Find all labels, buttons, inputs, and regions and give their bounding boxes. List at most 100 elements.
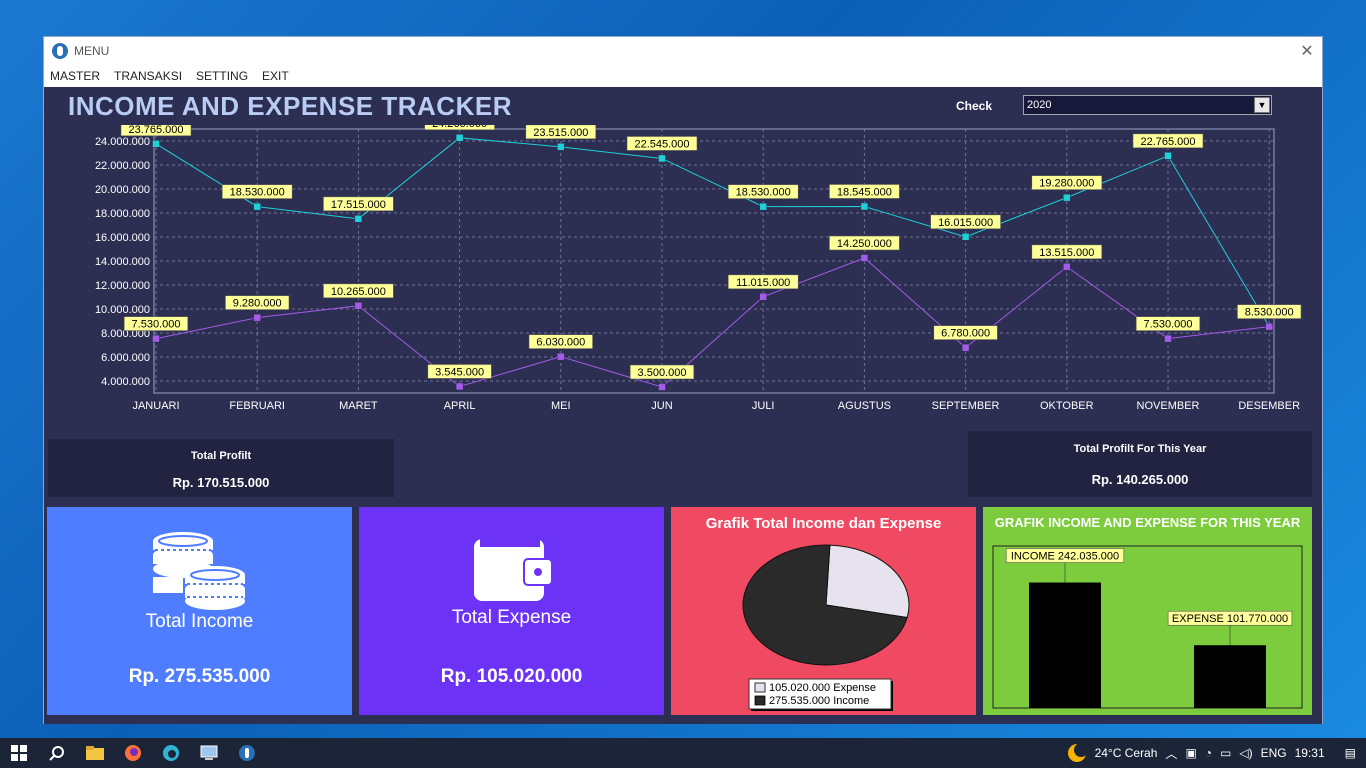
data-label: 19.280.000 [1039, 178, 1094, 190]
series-line [155, 137, 1270, 327]
java-app-icon[interactable] [228, 738, 266, 768]
bar [1194, 645, 1266, 708]
income-caption: Total Income [145, 611, 254, 632]
x-tick-label: AGUSTUS [838, 400, 891, 412]
data-point [1063, 193, 1071, 202]
data-point [557, 143, 565, 151]
window-title: MENU [74, 44, 110, 58]
data-point [253, 313, 261, 322]
notification-icon[interactable]: ▤ [1345, 746, 1356, 760]
x-tick-label: JULI [752, 400, 775, 412]
clock[interactable]: 19:31 [1295, 746, 1325, 760]
bar-chart-card: GRAFIK INCOME AND EXPENSE FOR THIS YEAR … [983, 507, 1312, 715]
data-point [152, 334, 160, 343]
year-profit-value: Rp. 140.265.000 [1091, 472, 1189, 487]
language-indicator[interactable]: ENG [1261, 746, 1287, 760]
bar-label: EXPENSE 101.770.000 [1172, 613, 1288, 625]
wifi-icon[interactable]: ◔ [1205, 746, 1212, 760]
bar [1029, 582, 1101, 708]
year-profit-panel: Total Profilt For This Year Rp. 140.265.… [968, 431, 1312, 497]
data-point [1164, 152, 1172, 160]
x-tick-label: DESEMBER [1238, 400, 1300, 412]
wallet-icon [474, 539, 553, 601]
data-label: 18.530.000 [736, 187, 791, 199]
close-icon[interactable]: ✕ [1292, 41, 1322, 61]
data-label: 16.015.000 [938, 217, 993, 229]
data-point [759, 293, 767, 301]
data-point [860, 254, 869, 262]
x-tick-label: JANUARI [132, 400, 179, 412]
x-tick-label: APRIL [444, 400, 476, 412]
menu-setting[interactable]: SETTING [196, 69, 248, 83]
x-tick-label: FEBRUARI [229, 400, 285, 412]
moon-icon [1067, 743, 1087, 762]
volume-icon[interactable]: ◁) [1239, 746, 1252, 760]
legend-swatch [754, 682, 766, 693]
y-tick-label: 24.000.000 [95, 136, 150, 148]
total-profit-panel: Total Profilt Rp. 170.515.000 [48, 439, 394, 497]
data-point [1164, 334, 1172, 343]
data-point [658, 154, 666, 163]
year-profit-label: Total Profilt For This Year [1073, 443, 1207, 455]
data-label: 7.530.000 [132, 319, 181, 331]
network-app-icon[interactable] [190, 738, 228, 768]
bar-chart-title: GRAFIK INCOME AND EXPENSE FOR THIS YEAR [994, 515, 1301, 530]
expense-card[interactable]: Total Expense Rp. 105.020.000 [359, 507, 664, 715]
firefox-icon[interactable] [114, 738, 152, 768]
file-explorer-icon[interactable] [76, 738, 114, 768]
pie-chart-title: Grafik Total Income dan Expense [705, 515, 942, 532]
year-select-value: 2020 [1027, 99, 1052, 111]
income-card[interactable]: Total Income Rp. 275.535.000 [47, 507, 352, 715]
total-profit-value: Rp. 170.515.000 [172, 475, 270, 490]
weather-text[interactable]: 24°C Cerah [1095, 746, 1158, 760]
data-label: 9.280.000 [233, 298, 282, 310]
expense-caption: Total Expense [451, 607, 572, 628]
line-chart-svg: 4.000.0006.000.0008.000.00010.000.00012.… [95, 115, 1302, 412]
y-tick-label: 16.000.000 [95, 232, 150, 244]
y-tick-label: 6.000.000 [101, 352, 150, 364]
search-icon[interactable] [38, 738, 76, 768]
data-point [253, 202, 261, 211]
data-label: 23.515.000 [533, 127, 588, 139]
data-point [961, 233, 970, 241]
data-label: 18.530.000 [230, 187, 285, 199]
x-tick-label: JUN [651, 400, 672, 412]
y-tick-label: 10.000.000 [95, 304, 150, 316]
y-tick-label: 4.000.000 [101, 376, 150, 388]
x-tick-label: SEPTEMBER [932, 400, 1000, 412]
check-label: Check [956, 99, 993, 113]
data-point [961, 343, 970, 352]
data-point [557, 352, 565, 361]
y-tick-label: 20.000.000 [95, 184, 150, 196]
y-tick-label: 18.000.000 [95, 208, 150, 220]
year-select[interactable]: 2020 ▼ [1023, 95, 1272, 115]
data-point [455, 134, 464, 142]
battery-icon[interactable]: ▭ [1220, 746, 1231, 760]
pie-chart-svg: 105.020.000 Expense275.535.000 Income [742, 544, 910, 711]
legend-swatch [754, 695, 766, 706]
menu-exit[interactable]: EXIT [262, 69, 289, 83]
y-tick-label: 14.000.000 [95, 256, 150, 268]
menu-transaksi[interactable]: TRANSAKSI [114, 69, 182, 83]
x-tick-label: OKTOBER [1040, 400, 1094, 412]
data-point [455, 382, 464, 391]
data-label: 13.515.000 [1039, 247, 1094, 259]
meet-icon[interactable]: ▣ [1185, 746, 1196, 760]
legend-label: 105.020.000 Expense [769, 682, 876, 694]
taskbar: 24°C Cerah ︿ ▣ ◔ ▭ ◁) ENG 19:31 ▤ [0, 738, 1366, 768]
y-tick-label: 12.000.000 [95, 280, 150, 292]
menu-master[interactable]: MASTER [50, 69, 100, 83]
chevron-up-icon[interactable]: ︿ [1165, 745, 1177, 762]
bar-chart-svg: INCOME 242.035.000 EXPENSE 101.770.000 [992, 545, 1303, 709]
data-point [1265, 322, 1273, 331]
edge-icon[interactable] [152, 738, 190, 768]
main-content: INCOME AND EXPENSE TRACKER Check 2020 ▼ … [44, 87, 1322, 724]
menu-bar: MASTER TRANSAKSI SETTING EXIT [44, 65, 1322, 87]
windows-start-icon[interactable] [0, 738, 38, 768]
x-tick-label: MEI [551, 400, 571, 412]
line-chart: 4.000.000 6.000.000 8.000.000 10.000.000 12.… [46, 115, 1312, 431]
x-tick-label: NOVEMBER [1137, 400, 1200, 412]
data-point [860, 202, 869, 211]
chevron-down-icon[interactable]: ▼ [1254, 97, 1270, 113]
data-point [1063, 263, 1071, 271]
